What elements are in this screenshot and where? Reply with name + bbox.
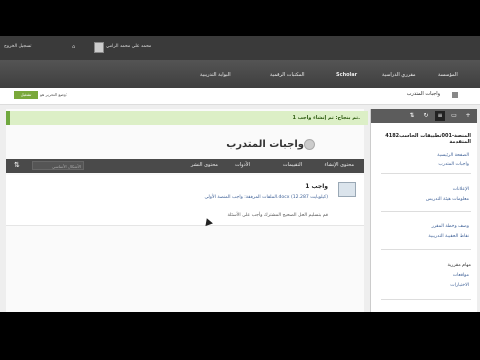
search-input[interactable]: الأشكال الأساسي — [32, 161, 84, 170]
main-panel: تم بنجاح: تم إنشاء واجب 1. واجبات المتدر… — [6, 109, 368, 312]
breadcrumb-current[interactable]: واجبات المتدرب — [407, 91, 440, 97]
logout-link[interactable]: تسجيل الخروج — [4, 44, 31, 49]
item-title[interactable]: واجب 1 — [305, 183, 328, 190]
divider — [381, 299, 471, 300]
refresh-icon[interactable]: ↻ — [421, 111, 431, 121]
nav-tab-training-portal[interactable]: البوابة التدريبية — [200, 72, 231, 78]
sidebar-item-tasks[interactable]: مهام مقررية — [447, 263, 471, 268]
folder-icon[interactable]: ▭ — [449, 111, 459, 121]
grid-icon[interactable]: ≡ — [435, 111, 445, 121]
assignment-icon — [338, 182, 356, 197]
user-name[interactable]: محمد علي محمد الرامي — [106, 44, 151, 49]
add-icon[interactable]: + — [463, 111, 473, 121]
sidebar-item-training-bag[interactable]: نقاط الحقيبة التدريبية — [428, 234, 469, 239]
content-toolbar: ⇅ الأشكال الأساسي محتوى الإنشاء التقييما… — [6, 159, 364, 173]
page-title: واجبات المتدرب — [226, 139, 304, 150]
course-sidebar: + ▭ ≡ ↻ ⇅ 4182المنصة-001تطبيقات الحاسب ا… — [370, 109, 477, 312]
sidebar-item-assignments[interactable]: واجبات المتدرب — [438, 162, 469, 167]
sidebar-item-tests[interactable]: الاختبارات — [450, 283, 469, 288]
item-attachment[interactable]: الملفات المرفقة: واجب المنصة الأولى.docx… — [205, 195, 328, 200]
breadcrumb: تشغيل وضع التحرير هو: واجبات المتدرب — [0, 88, 480, 105]
nav-tab-institution[interactable]: المؤسسة — [438, 72, 458, 78]
tools-button[interactable]: الأدوات — [235, 162, 250, 168]
sidebar-item-home[interactable]: الصفحة الرئيسية — [437, 153, 469, 158]
divider — [381, 249, 471, 250]
sidebar-item-announcements[interactable]: الإعلانات — [453, 187, 469, 192]
list-item[interactable]: واجب 1 الملفات المرفقة: واجب المنصة الأو… — [6, 175, 364, 226]
nav-tab-scholar[interactable]: Scholar — [336, 72, 357, 78]
video-frame: تسجيل الخروج ⌂ محمد علي محمد الرامي المؤ… — [0, 0, 480, 360]
browser-screen: تسجيل الخروج ⌂ محمد علي محمد الرامي المؤ… — [0, 36, 480, 312]
sidebar-item-faculty[interactable]: معلومات هيئة التدريس — [426, 197, 469, 202]
top-bar: تسجيل الخروج ⌂ محمد علي محمد الرامي — [0, 36, 480, 61]
sidebar-item-syllabus[interactable]: وصف وخطة المقرر — [432, 224, 470, 229]
edit-mode-toggle[interactable]: تشغيل — [14, 91, 38, 99]
sort-icon[interactable]: ⇅ — [407, 111, 417, 121]
title-options-icon[interactable] — [304, 139, 315, 150]
avatar — [94, 42, 104, 53]
sort-icon[interactable]: ⇅ — [14, 161, 20, 169]
edit-mode-label: وضع التحرير هو: — [40, 92, 68, 97]
course-title[interactable]: 4182المنصة-001تطبيقات الحاسب المتقدمة — [381, 133, 471, 145]
sidebar-item-sites[interactable]: مواقعات — [453, 273, 469, 278]
nav-tab-digital-libraries[interactable]: المكتبات الرقمية — [270, 72, 305, 78]
content-area: تم بنجاح: تم إنشاء واجب 1. واجبات المتدر… — [0, 105, 480, 312]
success-notice: تم بنجاح: تم إنشاء واجب 1. — [6, 111, 368, 125]
assessments-button[interactable]: التقييمات — [283, 162, 302, 168]
home-icon[interactable]: ⌂ — [72, 44, 75, 50]
sidebar-toolbar: + ▭ ≡ ↻ ⇅ — [371, 109, 477, 123]
notice-text: تم بنجاح: تم إنشاء واجب 1. — [292, 115, 360, 121]
nav-tab-my-courses[interactable]: مقرري الدراسية — [382, 72, 416, 78]
divider — [381, 211, 471, 212]
home-icon[interactable] — [452, 92, 458, 98]
build-content-button[interactable]: محتوى الإنشاء — [325, 162, 354, 168]
divider — [381, 173, 471, 174]
item-description: قم بتسليم الحل الصحيح المشترك وأجب على ا… — [227, 213, 329, 218]
publish-content-button[interactable]: محتوى النشر — [191, 162, 218, 168]
